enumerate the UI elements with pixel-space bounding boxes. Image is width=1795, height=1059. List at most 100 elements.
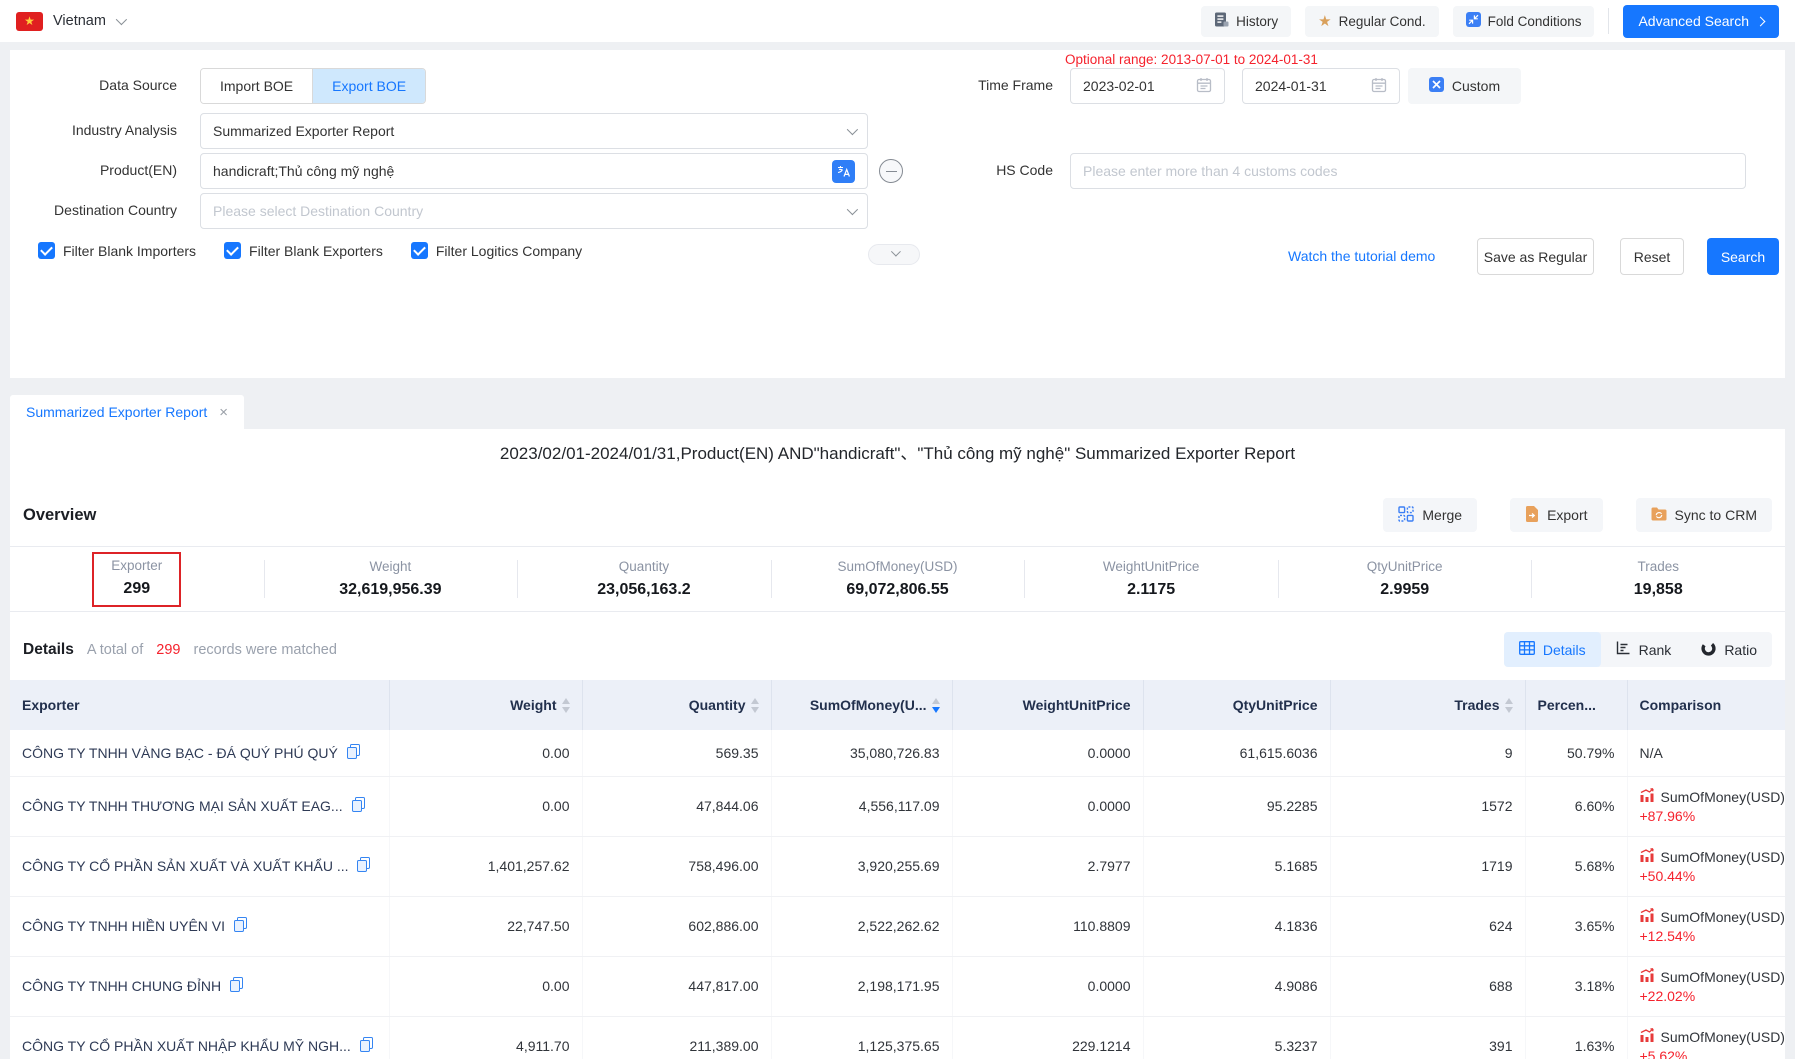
cell-comparison: SumOfMoney(USD)+12.54% bbox=[1627, 896, 1785, 956]
stat-sumofmoney-usd-: SumOfMoney(USD)69,072,806.55 bbox=[771, 547, 1025, 611]
copy-icon[interactable] bbox=[360, 1037, 373, 1055]
column-header-percen-: Percen... bbox=[1525, 680, 1627, 730]
data-source-label: Data Source bbox=[10, 68, 177, 102]
save-as-regular-button[interactable]: Save as Regular bbox=[1477, 238, 1594, 275]
copy-icon[interactable] bbox=[347, 744, 360, 762]
rank-icon bbox=[1616, 641, 1631, 658]
column-header-weight[interactable]: Weight bbox=[389, 680, 582, 730]
custom-range-button[interactable]: Custom bbox=[1408, 68, 1521, 104]
stat-value: 2.1175 bbox=[1127, 581, 1175, 599]
reset-button[interactable]: Reset bbox=[1620, 238, 1684, 275]
tabbar: Summarized Exporter Report × bbox=[10, 395, 1785, 429]
stats-bar: Exporter299Weight32,619,956.39Quantity23… bbox=[10, 546, 1785, 612]
column-header-trades[interactable]: Trades bbox=[1330, 680, 1525, 730]
destination-country-select[interactable]: Please select Destination Country bbox=[200, 193, 868, 229]
checkbox-checked-icon bbox=[38, 242, 55, 259]
table-row: CÔNG TY TNHH VÀNG BẠC - ĐÁ QUÝ PHÚ QUÝ0.… bbox=[10, 730, 1785, 776]
copy-icon[interactable] bbox=[352, 797, 365, 815]
start-date-input[interactable]: 2023-02-01 bbox=[1070, 68, 1225, 104]
comparison-metric: SumOfMoney(USD) bbox=[1661, 968, 1785, 987]
exporter-name[interactable]: CÔNG TY CỔ PHẦN XUẤT NHẬP KHẨU MỸ NGH... bbox=[22, 1038, 351, 1054]
exclude-match-button[interactable] bbox=[879, 159, 903, 183]
import-boe-button[interactable]: Import BOE bbox=[201, 69, 313, 103]
end-date-input[interactable]: 2024-01-31 bbox=[1242, 68, 1400, 104]
chevron-down-icon bbox=[847, 124, 858, 135]
export-boe-button[interactable]: Export BOE bbox=[313, 69, 425, 103]
sync-to-crm-button[interactable]: Sync to CRM bbox=[1636, 498, 1772, 532]
cell-trades: 1719 bbox=[1330, 836, 1525, 896]
filter-checkboxes: Filter Blank Importers Filter Blank Expor… bbox=[38, 242, 582, 259]
sort-arrows-icon[interactable] bbox=[751, 698, 759, 713]
tab-summarized-exporter-report[interactable]: Summarized Exporter Report × bbox=[10, 395, 244, 429]
cell-percent: 50.79% bbox=[1525, 730, 1627, 776]
view-ratio-button[interactable]: Ratio bbox=[1686, 632, 1772, 667]
exporter-name[interactable]: CÔNG TY TNHH HIỀN UYÊN VI bbox=[22, 918, 225, 934]
comparison-metric: SumOfMoney(USD) bbox=[1661, 908, 1785, 927]
cell-sum-of-money: 35,080,726.83 bbox=[771, 730, 952, 776]
filter-checkbox[interactable]: Filter Blank Importers bbox=[38, 242, 196, 259]
sort-arrows-icon[interactable] bbox=[932, 698, 940, 713]
stat-qtyunitprice: QtyUnitPrice2.9959 bbox=[1278, 547, 1532, 611]
hs-code-input[interactable]: Please enter more than 4 customs codes bbox=[1070, 153, 1746, 189]
advanced-search-label: Advanced Search bbox=[1638, 13, 1749, 29]
copy-icon[interactable] bbox=[230, 977, 243, 995]
close-icon[interactable]: × bbox=[219, 404, 228, 421]
copy-icon[interactable] bbox=[234, 917, 247, 935]
stat-value: 2.9959 bbox=[1380, 581, 1429, 599]
regular-cond-button[interactable]: ★ Regular Cond. bbox=[1305, 6, 1439, 37]
exporter-name[interactable]: CÔNG TY TNHH THƯƠNG MẠI SẢN XUẤT EAG... bbox=[22, 798, 343, 814]
cell-percent: 5.68% bbox=[1525, 836, 1627, 896]
filter-checkbox[interactable]: Filter Logitics Company bbox=[411, 242, 582, 259]
view-details-button[interactable]: Details bbox=[1504, 632, 1601, 667]
export-button[interactable]: Export bbox=[1510, 498, 1602, 532]
country-selector[interactable]: ★ Vietnam bbox=[16, 12, 124, 31]
cell-sum-of-money: 4,556,117.09 bbox=[771, 776, 952, 836]
sync-to-crm-label: Sync to CRM bbox=[1675, 507, 1757, 523]
tutorial-link[interactable]: Watch the tutorial demo bbox=[1288, 238, 1435, 274]
cell-quantity: 211,389.00 bbox=[582, 1016, 771, 1059]
destination-country-label: Destination Country bbox=[10, 193, 177, 227]
column-header-weightunitprice: WeightUnitPrice bbox=[952, 680, 1143, 730]
column-label: QtyUnitPrice bbox=[1233, 697, 1318, 713]
advanced-search-button[interactable]: Advanced Search bbox=[1623, 5, 1779, 38]
exporter-name[interactable]: CÔNG TY TNHH CHUNG ĐỈNH bbox=[22, 978, 221, 994]
merge-button[interactable]: Merge bbox=[1383, 498, 1477, 532]
stat-quantity: Quantity23,056,163.2 bbox=[517, 547, 771, 611]
column-header-quantity[interactable]: Quantity bbox=[582, 680, 771, 730]
topbar: ★ Vietnam History ★ Regular Cond. Fold C… bbox=[0, 0, 1795, 42]
search-button[interactable]: Search bbox=[1707, 238, 1779, 275]
column-header-sumofmoney-u-[interactable]: SumOfMoney(U... bbox=[771, 680, 952, 730]
view-rank-button[interactable]: Rank bbox=[1601, 632, 1687, 667]
details-heading: Details bbox=[23, 641, 74, 659]
cell-percent: 6.60% bbox=[1525, 776, 1627, 836]
stat-exporter: Exporter299 bbox=[10, 547, 264, 611]
exporter-name[interactable]: CÔNG TY CỔ PHẦN SẢN XUẤT VÀ XUẤT KHẨU ..… bbox=[22, 858, 348, 874]
comparison-change: +12.54% bbox=[1640, 927, 1774, 945]
cell-sum-of-money: 1,125,375.65 bbox=[771, 1016, 952, 1059]
column-label: Weight bbox=[510, 697, 556, 713]
cell-weight-unit-price: 0.0000 bbox=[952, 956, 1143, 1016]
collapse-form-button[interactable] bbox=[868, 244, 920, 265]
cell-comparison: N/A bbox=[1627, 730, 1785, 776]
sort-arrows-icon[interactable] bbox=[562, 698, 570, 713]
translate-button[interactable] bbox=[831, 159, 855, 183]
copy-icon[interactable] bbox=[357, 857, 370, 875]
sort-arrows-icon[interactable] bbox=[1505, 698, 1513, 713]
column-header-comparison: Comparison bbox=[1627, 680, 1785, 730]
industry-analysis-select[interactable]: Summarized Exporter Report bbox=[200, 113, 868, 149]
product-en-input[interactable]: handicraft;Thủ công mỹ nghệ bbox=[200, 153, 868, 189]
cell-percent: 1.63% bbox=[1525, 1016, 1627, 1059]
history-button[interactable]: History bbox=[1201, 6, 1291, 37]
table-row: CÔNG TY TNHH CHUNG ĐỈNH0.00447,817.002,1… bbox=[10, 956, 1785, 1016]
exporter-name[interactable]: CÔNG TY TNHH VÀNG BẠC - ĐÁ QUÝ PHÚ QUÝ bbox=[22, 745, 338, 761]
record-count: 299 bbox=[156, 642, 180, 658]
checkbox-checked-icon bbox=[411, 242, 428, 259]
cell-comparison: SumOfMoney(USD)+50.44% bbox=[1627, 836, 1785, 896]
cell-qty-unit-price: 61,615.6036 bbox=[1143, 730, 1330, 776]
stat-value: 19,858 bbox=[1634, 581, 1683, 599]
report-content: 2023/02/01-2024/01/31,Product(EN) AND"ha… bbox=[10, 429, 1785, 1059]
fold-conditions-button[interactable]: Fold Conditions bbox=[1453, 6, 1595, 37]
column-label: Comparison bbox=[1640, 697, 1722, 713]
filter-checkbox[interactable]: Filter Blank Exporters bbox=[224, 242, 383, 259]
view-ratio-label: Ratio bbox=[1724, 642, 1757, 658]
